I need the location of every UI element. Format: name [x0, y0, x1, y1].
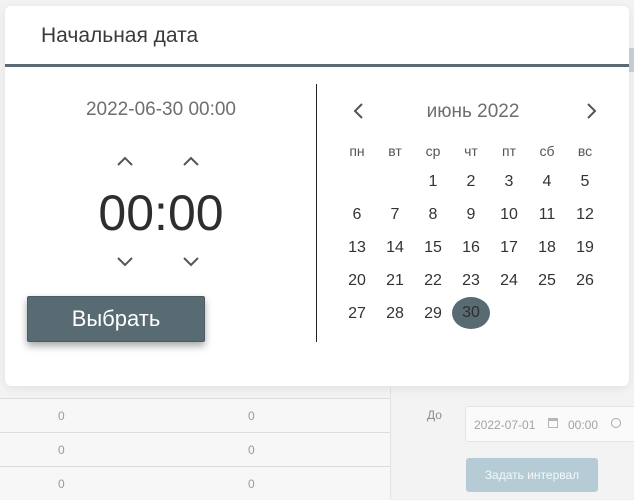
calendar-day[interactable]: 22 [414, 264, 452, 297]
calendar-day[interactable]: 23 [452, 264, 490, 297]
weekday-label: пн [349, 143, 365, 159]
next-month-chevron-right-icon[interactable] [583, 101, 599, 121]
calendar-day[interactable]: 5 [566, 165, 604, 198]
minutes-up-chevron-up-icon[interactable] [182, 152, 200, 170]
time-display: 00:00 [5, 183, 317, 243]
background-table: 0 0 0 0 0 0 [0, 398, 390, 500]
calendar-empty-cell [528, 297, 566, 330]
calendar-day[interactable]: 1 [414, 165, 452, 198]
calendar-day[interactable]: 10 [490, 198, 528, 231]
calendar-empty-cell [338, 165, 376, 198]
time-picker: 2022-06-30 00:00 00:00 Выбрать [5, 67, 317, 386]
weekday-label: ср [425, 143, 441, 159]
table-row: 0 0 [0, 398, 390, 432]
calendar-day[interactable]: 9 [452, 198, 490, 231]
modal-title: Начальная дата [41, 24, 199, 47]
calendar-day[interactable]: 24 [490, 264, 528, 297]
selected-datetime: 2022-06-30 00:00 [85, 99, 236, 120]
calendar-day[interactable]: 19 [566, 231, 604, 264]
weekday-label: сб [539, 143, 555, 159]
weekday-label: пт [502, 143, 516, 159]
calendar-empty-cell [376, 165, 414, 198]
table-row: 0 0 [0, 466, 390, 500]
calendar-empty-cell [490, 297, 528, 330]
calendar-day[interactable]: 8 [414, 198, 452, 231]
calendar: июнь 2022 пн вт ср чт пт сб вс 123456789… [317, 67, 629, 386]
calendar-day[interactable]: 2 [452, 165, 490, 198]
calendar-day-selected[interactable]: 30 [452, 297, 490, 329]
interval-filter-panel: До 2022-07-01 00:00 Задать интервал [390, 388, 634, 499]
choose-button[interactable]: Выбрать [27, 296, 205, 342]
calendar-day[interactable]: 21 [376, 264, 414, 297]
minutes-down-chevron-down-icon[interactable] [182, 253, 200, 271]
calendar-day[interactable]: 18 [528, 231, 566, 264]
weekday-label: вт [388, 143, 402, 159]
to-datetime-field[interactable]: 2022-07-01 00:00 [465, 406, 634, 442]
table-cell: 0 [248, 477, 255, 491]
hours-value[interactable]: 00 [98, 185, 154, 241]
calendar-day[interactable]: 29 [414, 297, 452, 330]
calendar-day[interactable]: 17 [490, 231, 528, 264]
calendar-day[interactable]: 11 [528, 198, 566, 231]
time-separator: : [154, 185, 168, 241]
to-date-value: 2022-07-01 [474, 418, 536, 432]
start-date-modal: Начальная дата 2022-06-30 00:00 00:00 Вы… [5, 6, 629, 386]
table-cell: 0 [58, 477, 65, 491]
calendar-day[interactable]: 26 [566, 264, 604, 297]
clock-icon [611, 418, 621, 428]
calendar-empty-cell [566, 297, 604, 330]
calendar-week-row: 6 7 8 9 10 11 12 [338, 198, 608, 231]
calendar-day[interactable]: 12 [566, 198, 604, 231]
weekday-label: вс [577, 143, 593, 159]
calendar-week-row: 20 21 22 23 24 25 26 [338, 264, 608, 297]
calendar-day[interactable]: 7 [376, 198, 414, 231]
table-cell: 0 [248, 409, 255, 423]
weekday-label: чт [464, 143, 478, 159]
calendar-day[interactable]: 6 [338, 198, 376, 231]
table-cell: 0 [248, 443, 255, 457]
hours-up-chevron-up-icon[interactable] [116, 152, 134, 170]
calendar-day[interactable]: 4 [528, 165, 566, 198]
calendar-day[interactable]: 3 [490, 165, 528, 198]
calendar-day[interactable]: 13 [338, 231, 376, 264]
calendar-day[interactable]: 28 [376, 297, 414, 330]
hours-down-chevron-down-icon[interactable] [116, 253, 134, 271]
table-cell: 0 [58, 443, 65, 457]
calendar-weekday-header: пн вт ср чт пт сб вс [338, 143, 608, 159]
set-interval-button[interactable]: Задать интервал [466, 458, 598, 492]
calendar-day[interactable]: 27 [338, 297, 376, 330]
calendar-week-row: 13 14 15 16 17 18 19 [338, 231, 608, 264]
calendar-day[interactable]: 14 [376, 231, 414, 264]
calendar-day[interactable]: 16 [452, 231, 490, 264]
table-row: 0 0 [0, 432, 390, 466]
calendar-days-grid: 1 2 3 4 5 6 7 8 9 10 11 12 13 14 15 16 17 18 19 20 21 22 23 24 2… [338, 165, 608, 330]
to-label: До [427, 408, 442, 422]
calendar-day[interactable]: 25 [528, 264, 566, 297]
calendar-day[interactable]: 20 [338, 264, 376, 297]
to-time-value: 00:00 [568, 418, 599, 432]
table-cell: 0 [58, 409, 65, 423]
calendar-day[interactable]: 15 [414, 231, 452, 264]
calendar-week-row: 12345 [338, 165, 608, 198]
calendar-icon [548, 418, 558, 428]
minutes-value[interactable]: 00 [168, 185, 224, 241]
calendar-week-row: 27 28 29 30 [338, 297, 608, 330]
